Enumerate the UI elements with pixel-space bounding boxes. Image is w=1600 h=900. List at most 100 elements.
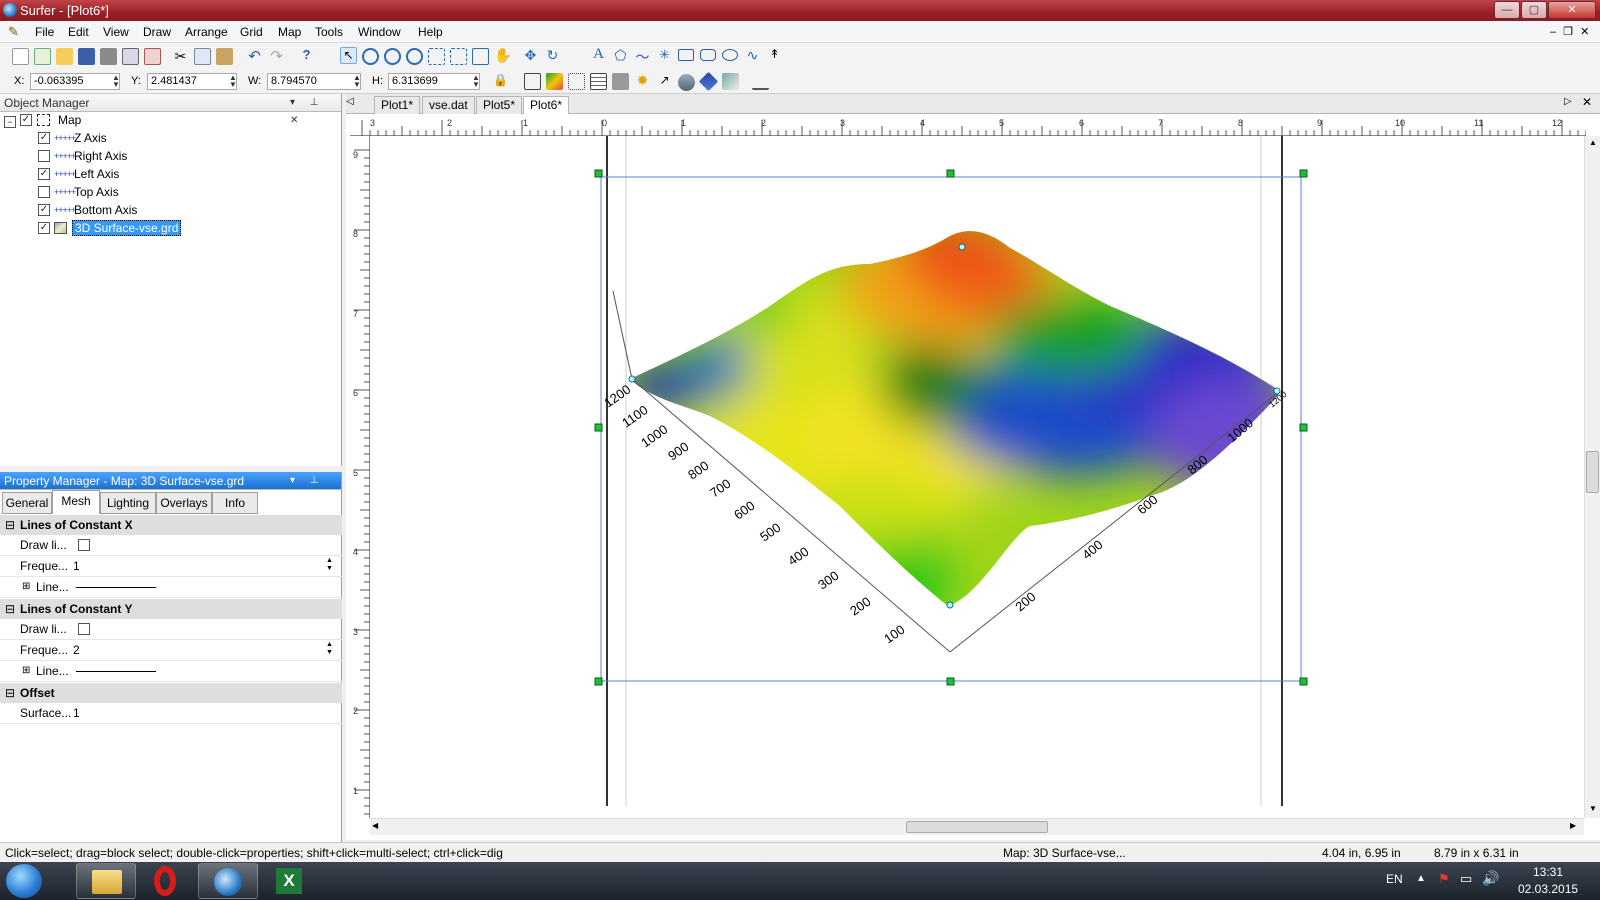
tree-item-top-axis[interactable]: Top Axis bbox=[74, 185, 119, 199]
close-button[interactable]: ✕ bbox=[1548, 1, 1596, 19]
select-arrow-icon[interactable]: ↖ bbox=[340, 47, 357, 64]
open-icon[interactable] bbox=[56, 48, 73, 65]
action-center-icon[interactable]: ⚑ bbox=[1438, 871, 1450, 887]
scroll-up-icon[interactable]: ▲ bbox=[1589, 138, 1597, 147]
post-map-icon[interactable] bbox=[568, 73, 585, 90]
trackball-icon[interactable]: ✥ bbox=[522, 47, 539, 64]
image-map-icon[interactable] bbox=[612, 73, 629, 90]
menu-window[interactable]: Window bbox=[358, 25, 401, 39]
tree-item-bottom-axis[interactable]: Bottom Axis bbox=[74, 203, 137, 217]
show-hidden-icons[interactable]: ▲ bbox=[1416, 873, 1426, 884]
expand-icon[interactable]: ⊞ bbox=[22, 577, 30, 597]
menu-view[interactable]: View bbox=[103, 25, 129, 39]
export-icon[interactable] bbox=[122, 48, 139, 65]
paste-icon[interactable] bbox=[216, 48, 233, 65]
w-spinner[interactable]: ▲ ▼ bbox=[353, 74, 361, 89]
tree-item-z-axis[interactable]: Z Axis bbox=[74, 131, 107, 145]
surface-map-icon[interactable] bbox=[698, 71, 719, 92]
doc-tab-plot5[interactable]: Plot5* bbox=[476, 96, 523, 114]
tree-checkbox-map[interactable]: ✓ bbox=[20, 114, 32, 126]
clock-date[interactable]: 02.03.2015 bbox=[1518, 882, 1578, 896]
menu-draw[interactable]: Draw bbox=[143, 25, 171, 39]
zoom-rectangle-icon[interactable] bbox=[428, 48, 445, 65]
start-button[interactable] bbox=[6, 864, 42, 898]
panel-controls-icon[interactable]: ▾ ⊥ ✕ bbox=[290, 94, 341, 130]
tree-checkbox-bottom-axis[interactable]: ✓ bbox=[38, 204, 50, 216]
classed-post-icon[interactable] bbox=[590, 73, 607, 90]
frequency-x-field[interactable]: 1 bbox=[73, 556, 80, 576]
panel-controls-icon[interactable]: ▾ ⊥ ✕ bbox=[290, 472, 341, 508]
tree-checkbox-top-axis[interactable] bbox=[38, 186, 50, 198]
x-field[interactable]: -0.063395 bbox=[30, 73, 120, 90]
3d-surface[interactable] bbox=[610, 216, 1310, 646]
frequency-x-spinner[interactable]: ▲ ▼ bbox=[326, 557, 333, 573]
menu-arrange[interactable]: Arrange bbox=[185, 25, 228, 39]
vertical-scroll-thumb[interactable] bbox=[1586, 451, 1599, 493]
taskbar-opera[interactable] bbox=[138, 863, 198, 899]
menu-help[interactable]: Help bbox=[418, 25, 443, 39]
doc-tab-vse-dat[interactable]: vse.dat bbox=[422, 96, 475, 114]
frequency-y-spinner[interactable]: ▲ ▼ bbox=[326, 641, 333, 657]
shaded-relief-icon[interactable]: ✸ bbox=[634, 72, 651, 89]
scroll-right-icon[interactable]: ▶ bbox=[1570, 821, 1576, 830]
new-icon[interactable] bbox=[12, 48, 29, 65]
contour-map-icon[interactable] bbox=[546, 73, 563, 90]
section-lines-of-constant-y[interactable]: ⊟ Lines of Constant Y bbox=[0, 599, 342, 619]
network-icon[interactable]: ▭ bbox=[1460, 871, 1472, 887]
menu-file[interactable]: File bbox=[35, 25, 54, 39]
horizontal-scroll-thumb[interactable] bbox=[906, 821, 1048, 833]
rectangle-tool-icon[interactable] bbox=[678, 49, 694, 61]
new-worksheet-icon[interactable] bbox=[34, 48, 51, 65]
menu-edit[interactable]: Edit bbox=[68, 25, 89, 39]
expand-icon[interactable]: ⊞ bbox=[22, 661, 30, 681]
document-window-controls[interactable]: – ❐ ✕ bbox=[1550, 25, 1591, 38]
base-map-icon[interactable] bbox=[524, 73, 541, 90]
pdf-icon[interactable] bbox=[144, 48, 161, 65]
polyline-tool-icon[interactable]: 〜 bbox=[634, 47, 651, 65]
maximize-button[interactable]: ▢ bbox=[1521, 1, 1547, 19]
tab-scroll-left-icon[interactable]: ◁ bbox=[346, 96, 354, 107]
vertical-scrollbar[interactable]: ▲ ▼ bbox=[1584, 136, 1600, 818]
scroll-left-icon[interactable]: ◀ bbox=[372, 821, 378, 830]
text-tool-icon[interactable]: A bbox=[590, 46, 607, 63]
collapse-icon[interactable]: ⊟ bbox=[5, 599, 15, 619]
spline-tool-icon[interactable]: ∿ bbox=[744, 47, 761, 64]
rounded-rectangle-tool-icon[interactable] bbox=[700, 49, 716, 61]
language-indicator[interactable]: EN bbox=[1386, 872, 1403, 886]
minimize-button[interactable]: — bbox=[1494, 1, 1520, 19]
tree-checkbox-left-axis[interactable]: ✓ bbox=[38, 168, 50, 180]
clock-time[interactable]: 13:31 bbox=[1533, 865, 1563, 879]
tab-general[interactable]: General bbox=[2, 492, 52, 514]
print-icon[interactable] bbox=[100, 48, 117, 65]
rotate-icon[interactable]: ↻ bbox=[544, 47, 561, 64]
zoom-fit-icon[interactable] bbox=[406, 48, 423, 65]
copy-icon[interactable] bbox=[194, 48, 211, 65]
tree-checkbox-3d-surface[interactable]: ✓ bbox=[38, 222, 50, 234]
zoom-in-icon[interactable] bbox=[362, 48, 379, 65]
symbol-tool-icon[interactable]: ✳ bbox=[656, 47, 673, 64]
tab-overlays[interactable]: Overlays bbox=[156, 492, 212, 514]
doc-tab-plot6[interactable]: Plot6* bbox=[523, 96, 570, 114]
section-offset[interactable]: ⊟ Offset bbox=[0, 683, 342, 703]
doc-tab-plot1[interactable]: Plot1* bbox=[374, 96, 421, 114]
tab-scroll-right-icon[interactable]: ▷ bbox=[1564, 96, 1572, 107]
taskbar-explorer[interactable] bbox=[76, 863, 136, 899]
menu-tools[interactable]: Tools bbox=[315, 25, 343, 39]
tree-item-map[interactable]: Map bbox=[58, 113, 81, 127]
lock-aspect-icon[interactable]: 🔒 bbox=[492, 73, 509, 90]
expand-toggle-icon[interactable]: − bbox=[4, 116, 16, 128]
h-spinner[interactable]: ▲ ▼ bbox=[472, 74, 480, 89]
redo-icon[interactable]: ↷ bbox=[268, 47, 285, 65]
cut-icon[interactable]: ✂ bbox=[172, 48, 189, 65]
draw-lines-y-checkbox[interactable] bbox=[78, 623, 90, 635]
line-style-preview[interactable] bbox=[76, 671, 156, 672]
h-field[interactable]: 6.313699 bbox=[388, 73, 480, 90]
tree-checkbox-z-axis[interactable]: ✓ bbox=[38, 132, 50, 144]
plot-canvas[interactable]: 1200 1100 1000 900 800 700 600 500 400 3… bbox=[370, 136, 1586, 818]
w-field[interactable]: 8.794570 bbox=[267, 73, 361, 90]
tree-item-left-axis[interactable]: Left Axis bbox=[74, 167, 119, 181]
horizontal-scrollbar[interactable]: ◀ ▶ bbox=[370, 818, 1584, 835]
zoom-selected-icon[interactable] bbox=[450, 48, 467, 65]
menu-map[interactable]: Map bbox=[278, 25, 301, 39]
frequency-y-field[interactable]: 2 bbox=[73, 640, 80, 660]
